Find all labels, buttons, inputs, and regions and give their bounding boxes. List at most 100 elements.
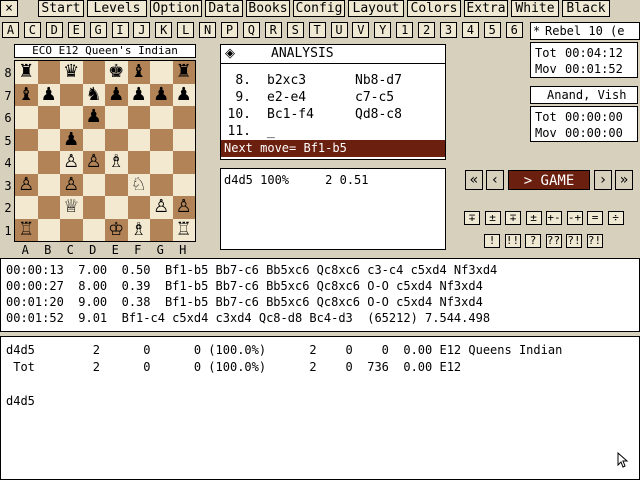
letter-button-c[interactable]: C bbox=[23, 22, 41, 38]
chess-piece[interactable]: ♙ bbox=[15, 174, 38, 197]
chess-piece[interactable]: ♝ bbox=[15, 84, 38, 107]
letter-button-3[interactable]: 3 bbox=[440, 22, 457, 38]
letter-button-p[interactable]: P bbox=[221, 22, 238, 38]
annotation-button[interactable]: ?! bbox=[586, 234, 603, 248]
chess-piece[interactable] bbox=[105, 196, 128, 219]
menu-layout[interactable]: Layout bbox=[348, 0, 404, 17]
letter-button-r[interactable]: R bbox=[264, 22, 282, 38]
chess-piece[interactable]: ♟ bbox=[173, 84, 196, 107]
chess-piece[interactable]: ♟ bbox=[150, 84, 173, 107]
letter-button-2[interactable]: 2 bbox=[418, 22, 436, 38]
chess-piece[interactable] bbox=[38, 151, 61, 174]
annotation-button[interactable]: +- bbox=[546, 211, 562, 225]
prev-move-button[interactable]: ‹ bbox=[486, 170, 504, 190]
clock-icon[interactable]: ◈ bbox=[225, 46, 235, 61]
chess-piece[interactable] bbox=[150, 106, 173, 129]
chess-piece[interactable] bbox=[105, 106, 128, 129]
black-move[interactable]: Qd8-c8 bbox=[355, 107, 402, 122]
black-move[interactable]: c7-c5 bbox=[355, 90, 394, 105]
chess-piece[interactable]: ♚ bbox=[105, 61, 128, 84]
chess-piece[interactable] bbox=[60, 106, 83, 129]
annotation-button[interactable]: !! bbox=[504, 234, 521, 248]
white-move[interactable]: Bc1-f4 bbox=[267, 107, 314, 122]
chess-piece[interactable]: ♜ bbox=[15, 61, 38, 84]
chess-piece[interactable] bbox=[128, 151, 151, 174]
next-move-button[interactable]: › bbox=[594, 170, 612, 190]
letter-button-t[interactable]: T bbox=[308, 22, 326, 38]
letter-button-j[interactable]: J bbox=[133, 22, 151, 38]
annotation-button[interactable]: -+ bbox=[566, 211, 583, 225]
chess-piece[interactable] bbox=[128, 129, 151, 152]
menu-colors[interactable]: Colors bbox=[407, 0, 461, 17]
close-button[interactable]: × bbox=[0, 0, 18, 17]
chess-piece[interactable] bbox=[60, 219, 83, 242]
menu-option[interactable]: Option bbox=[150, 0, 202, 17]
annotation-button[interactable]: ?! bbox=[566, 234, 582, 248]
last-move-button[interactable]: » bbox=[615, 170, 633, 190]
annotation-button[interactable]: ∓ bbox=[505, 211, 521, 225]
chess-piece[interactable]: ♟ bbox=[38, 84, 61, 107]
chess-piece[interactable]: ♔ bbox=[105, 219, 128, 242]
annotation-button[interactable]: ! bbox=[484, 234, 500, 248]
menu-levels[interactable]: Levels bbox=[87, 0, 147, 17]
chess-piece[interactable]: ♙ bbox=[60, 151, 83, 174]
chess-piece[interactable] bbox=[38, 219, 61, 242]
chess-piece[interactable] bbox=[150, 174, 173, 197]
chess-piece[interactable] bbox=[128, 106, 151, 129]
chess-piece[interactable] bbox=[173, 106, 196, 129]
chess-piece[interactable] bbox=[150, 151, 173, 174]
menu-data[interactable]: Data bbox=[205, 0, 243, 17]
chess-piece[interactable]: ♛ bbox=[60, 61, 83, 84]
menu-extra[interactable]: Extra bbox=[464, 0, 508, 17]
chess-piece[interactable]: ♟ bbox=[105, 84, 128, 107]
letter-button-e[interactable]: E bbox=[67, 22, 85, 38]
chess-piece[interactable] bbox=[38, 196, 61, 219]
chess-piece[interactable]: ♜ bbox=[173, 61, 196, 84]
chess-piece[interactable] bbox=[38, 174, 61, 197]
game-button[interactable]: > GAME bbox=[508, 170, 590, 190]
chess-piece[interactable] bbox=[83, 219, 106, 242]
chess-board[interactable]: ♜ ♛ ♚ ♝ ♜ ♝ ♟ ♞ ♟ ♟ ♟ ♟ ♟ ♟ ♙ ♙ ♗ ♙ ♙ ♘ ♕ ♙ ♙ ♖ ♔ ♗ ♖ bbox=[14, 60, 196, 242]
chess-piece[interactable] bbox=[60, 84, 83, 107]
chess-piece[interactable]: ♙ bbox=[150, 196, 173, 219]
menu-books[interactable]: Books bbox=[246, 0, 290, 17]
chess-piece[interactable] bbox=[15, 106, 38, 129]
letter-button-v[interactable]: V bbox=[352, 22, 370, 38]
chess-piece[interactable]: ♟ bbox=[83, 106, 106, 129]
letter-button-i[interactable]: I bbox=[111, 22, 129, 38]
letter-button-n[interactable]: N bbox=[199, 22, 217, 38]
annotation-button[interactable]: ? bbox=[525, 234, 541, 248]
letter-button-a[interactable]: A bbox=[2, 22, 19, 38]
chess-piece[interactable]: ♕ bbox=[60, 196, 83, 219]
letter-button-4[interactable]: 4 bbox=[461, 22, 479, 38]
chess-piece[interactable] bbox=[173, 174, 196, 197]
letter-button-u[interactable]: U bbox=[330, 22, 348, 38]
annotation-button[interactable]: ÷ bbox=[607, 211, 624, 225]
chess-piece[interactable] bbox=[83, 129, 106, 152]
chess-piece[interactable] bbox=[173, 151, 196, 174]
chess-piece[interactable] bbox=[150, 61, 173, 84]
chess-piece[interactable] bbox=[38, 61, 61, 84]
chess-piece[interactable]: ♙ bbox=[173, 196, 196, 219]
annotation-button[interactable]: ∓ bbox=[464, 211, 480, 225]
annotation-button[interactable]: ± bbox=[484, 211, 501, 225]
chess-piece[interactable] bbox=[83, 174, 106, 197]
chess-piece[interactable]: ♗ bbox=[128, 219, 151, 242]
chess-piece[interactable] bbox=[15, 129, 38, 152]
letter-button-k[interactable]: K bbox=[155, 22, 173, 38]
white-move[interactable]: b2xc3 bbox=[267, 73, 306, 88]
black-move[interactable]: Nb8-d7 bbox=[355, 73, 402, 88]
letter-button-s[interactable]: S bbox=[286, 22, 304, 38]
white-move[interactable]: _ bbox=[267, 124, 275, 139]
chess-piece[interactable]: ♝ bbox=[128, 61, 151, 84]
chess-piece[interactable] bbox=[105, 129, 128, 152]
chess-piece[interactable]: ♙ bbox=[83, 151, 106, 174]
letter-button-q[interactable]: Q bbox=[242, 22, 260, 38]
chess-piece[interactable] bbox=[150, 129, 173, 152]
chess-piece[interactable] bbox=[15, 151, 38, 174]
annotation-button[interactable]: ± bbox=[525, 211, 542, 225]
chess-piece[interactable] bbox=[173, 129, 196, 152]
chess-piece[interactable] bbox=[150, 219, 173, 242]
letter-button-d[interactable]: D bbox=[45, 22, 63, 38]
chess-piece[interactable]: ♖ bbox=[173, 219, 196, 242]
